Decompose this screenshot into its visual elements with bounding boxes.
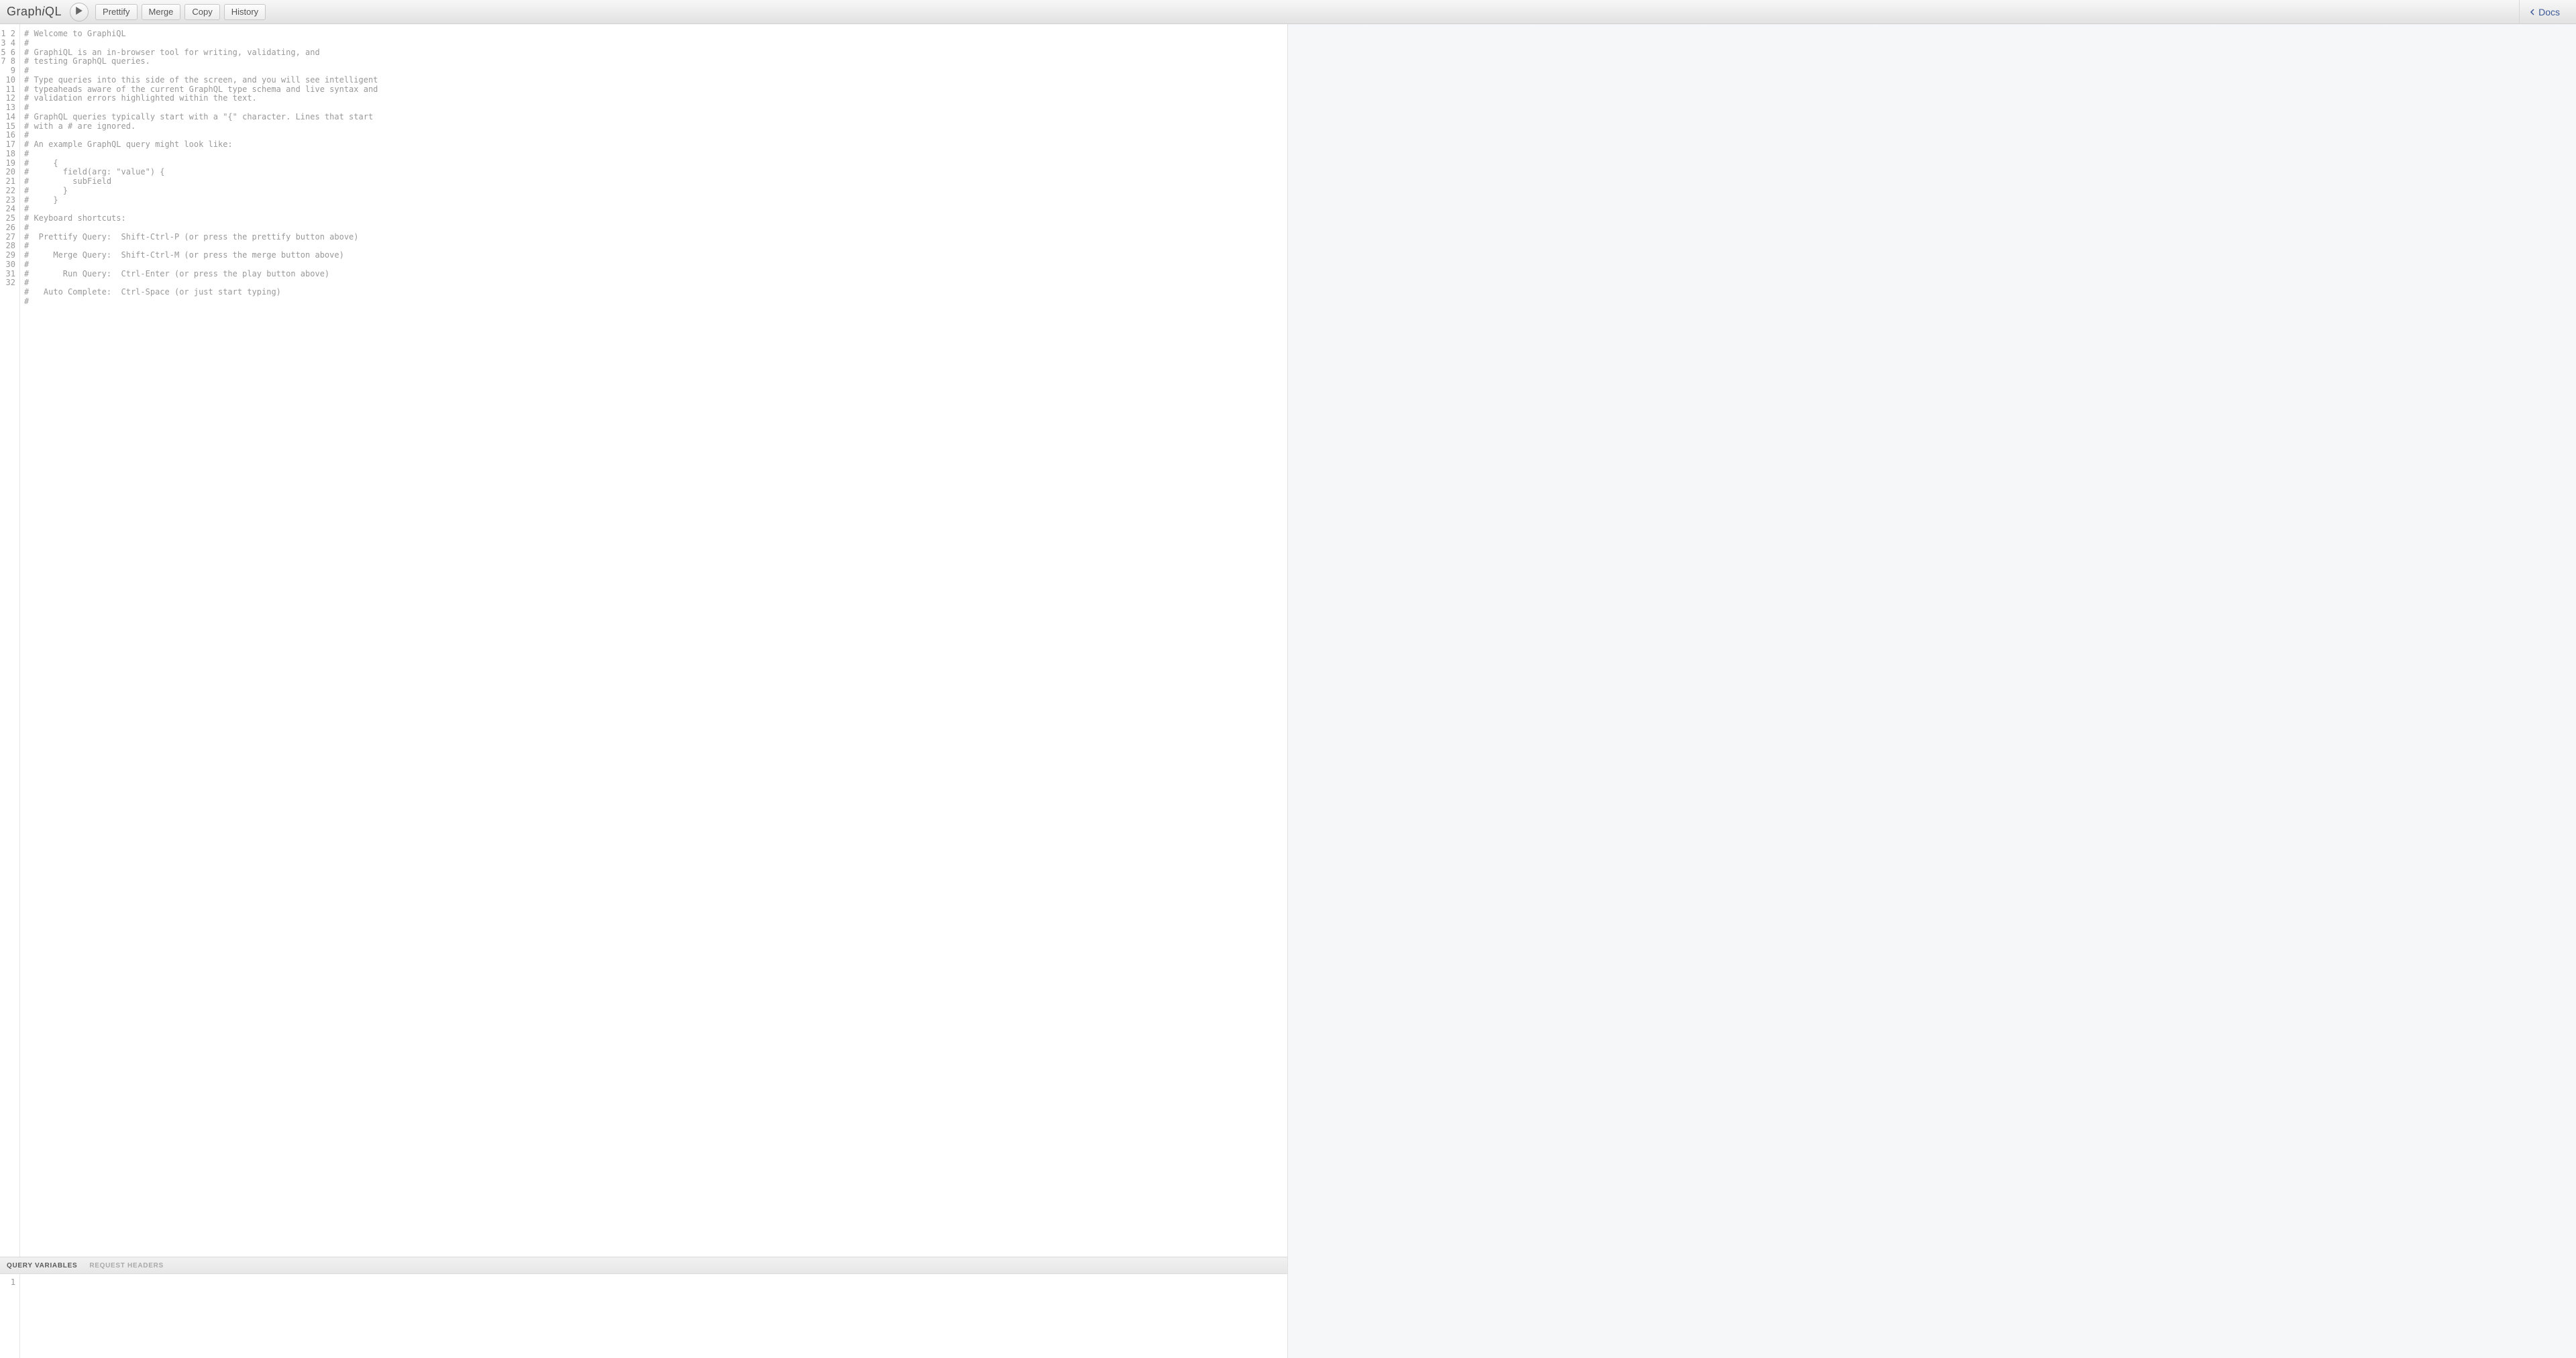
tab-request-headers[interactable]: Request Headers	[89, 1262, 164, 1269]
variables-code[interactable]	[20, 1274, 1287, 1358]
left-pane: 1 2 3 4 5 6 7 8 9 10 11 12 13 14 15 16 1…	[0, 24, 1288, 1358]
tab-query-variables[interactable]: Query Variables	[7, 1262, 77, 1269]
query-editor[interactable]: 1 2 3 4 5 6 7 8 9 10 11 12 13 14 15 16 1…	[0, 24, 1287, 1257]
title-suffix: QL	[45, 5, 62, 18]
query-code[interactable]: # Welcome to GraphiQL # # GraphiQL is an…	[20, 24, 1287, 1257]
secondary-tabs: Query Variables Request Headers	[0, 1257, 1287, 1274]
title-prefix: Graph	[7, 5, 42, 18]
chevron-left-icon	[2529, 7, 2536, 17]
merge-button[interactable]: Merge	[142, 4, 181, 20]
docs-section: Docs	[2519, 0, 2569, 23]
app-title: GraphiQL	[7, 5, 62, 19]
workspace: 1 2 3 4 5 6 7 8 9 10 11 12 13 14 15 16 1…	[0, 24, 2576, 1358]
variables-editor[interactable]: 1	[0, 1274, 1287, 1358]
play-icon	[75, 7, 83, 17]
docs-button[interactable]: Docs	[2529, 7, 2560, 17]
prettify-button[interactable]: Prettify	[95, 4, 137, 20]
query-gutter: 1 2 3 4 5 6 7 8 9 10 11 12 13 14 15 16 1…	[0, 24, 20, 1257]
variables-gutter: 1	[0, 1274, 20, 1358]
toolbar: GraphiQL Prettify Merge Copy History Doc…	[0, 0, 2576, 24]
copy-button[interactable]: Copy	[184, 4, 219, 20]
history-button[interactable]: History	[224, 4, 266, 20]
execute-button[interactable]	[70, 3, 89, 21]
result-pane	[1288, 24, 2576, 1358]
docs-label: Docs	[2538, 7, 2560, 17]
